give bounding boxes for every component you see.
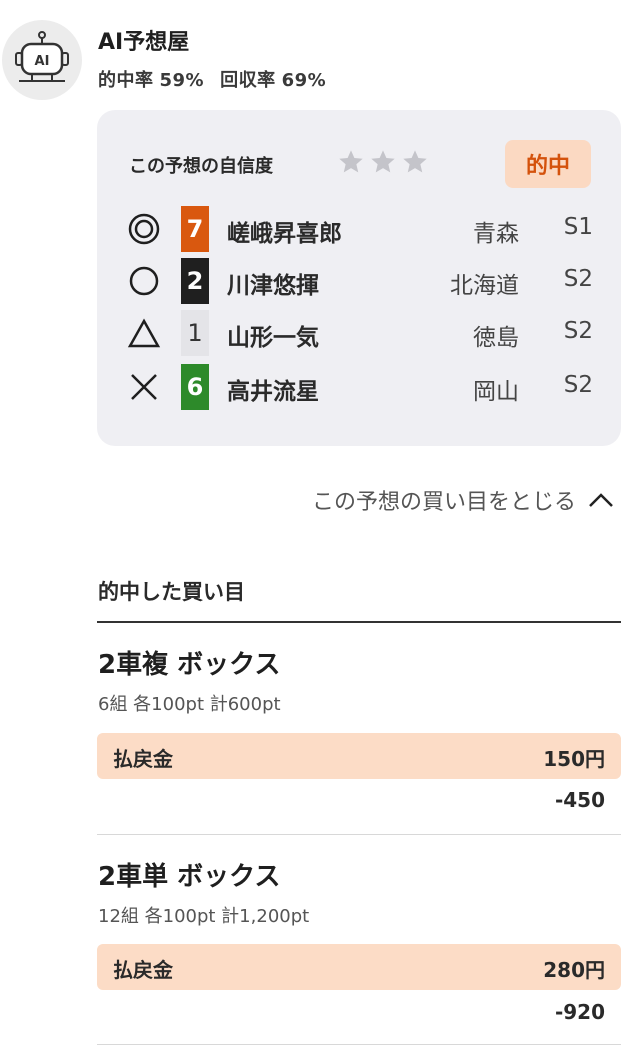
section-divider: [97, 621, 621, 623]
bet-detail: 12組 各100pt 計1,200pt: [98, 906, 310, 927]
racer-grade: S2: [563, 372, 593, 398]
payout-label: 払戻金: [113, 747, 173, 771]
bet-divider: [97, 1044, 621, 1045]
bet-divider: [97, 834, 621, 835]
racer-prefecture: 徳島: [473, 325, 519, 351]
robot-icon: AI: [15, 31, 69, 82]
result-badge: 的中: [505, 140, 591, 188]
recovery-value: 69%: [281, 70, 327, 91]
racer-row: 7 嵯峨昇喜郎 青森 S1: [97, 204, 621, 254]
payout-value: 150円: [543, 747, 605, 771]
racer-prefecture: 北海道: [450, 273, 519, 299]
collapse-bets-label: この予想の買い目をとじる: [311, 490, 576, 515]
bet-type: 2車複 ボックス: [98, 650, 281, 680]
payout-value: 280円: [543, 958, 605, 982]
racer-name[interactable]: 山形一気: [227, 318, 319, 352]
racer-name[interactable]: 川津悠揮: [227, 266, 319, 300]
cross-mark-icon: [131, 374, 157, 400]
triangle-mark-icon: [127, 318, 161, 348]
star-icon: [371, 150, 395, 173]
racer-row: 2 川津悠揮 北海道 S2: [97, 256, 621, 306]
racer-grade: S2: [563, 266, 593, 292]
collapse-bets-toggle[interactable]: この予想の買い目をとじる: [312, 484, 614, 516]
circle-mark-icon: [129, 266, 159, 296]
racer-row: 6 高井流星 岡山 S2: [97, 362, 621, 412]
bet-detail: 6組 各100pt 計600pt: [98, 694, 281, 715]
payout-bar: 払戻金 280円: [97, 944, 621, 990]
bet-balance: -920: [554, 1000, 605, 1024]
svg-text:AI: AI: [35, 54, 50, 69]
racer-name[interactable]: 高井流星: [227, 372, 319, 406]
predictor-stats: 的中率 59% 回収率 69%: [98, 66, 332, 92]
hit-rate-label: 的中率: [98, 70, 154, 91]
star-icon: [339, 150, 363, 173]
racer-number: 7: [181, 206, 209, 252]
payout-bar: 払戻金 150円: [97, 733, 621, 779]
racer-row: 1 山形一気 徳島 S2: [97, 308, 621, 358]
hit-rate-value: 59%: [159, 70, 205, 91]
racer-grade: S1: [563, 214, 593, 240]
double-circle-mark-icon: [128, 213, 160, 245]
racer-grade: S2: [563, 318, 593, 344]
confidence-label: この予想の自信度: [129, 156, 273, 177]
predictor-name[interactable]: AI予想屋: [98, 24, 189, 56]
payout-label: 払戻金: [113, 958, 173, 982]
predictor-avatar: AI: [2, 20, 82, 100]
confidence-stars: [337, 148, 429, 176]
racer-number: 1: [181, 310, 209, 356]
racer-prefecture: 青森: [473, 221, 519, 247]
bet-balance: -450: [554, 788, 605, 812]
hit-bets-title: 的中した買い目: [98, 580, 245, 604]
racer-number: 6: [181, 364, 209, 410]
prediction-card: この予想の自信度 的中 7 嵯峨昇喜郎 青森 S1 2 川津悠揮 北海道 S2 …: [97, 110, 621, 446]
bet-type: 2車単 ボックス: [98, 862, 281, 892]
racer-name[interactable]: 嵯峨昇喜郎: [227, 214, 342, 248]
racer-number: 2: [181, 258, 209, 304]
star-icon: [403, 150, 427, 173]
racer-prefecture: 岡山: [473, 379, 519, 405]
recovery-label: 回収率: [220, 70, 276, 91]
chevron-up-icon: [589, 493, 613, 507]
